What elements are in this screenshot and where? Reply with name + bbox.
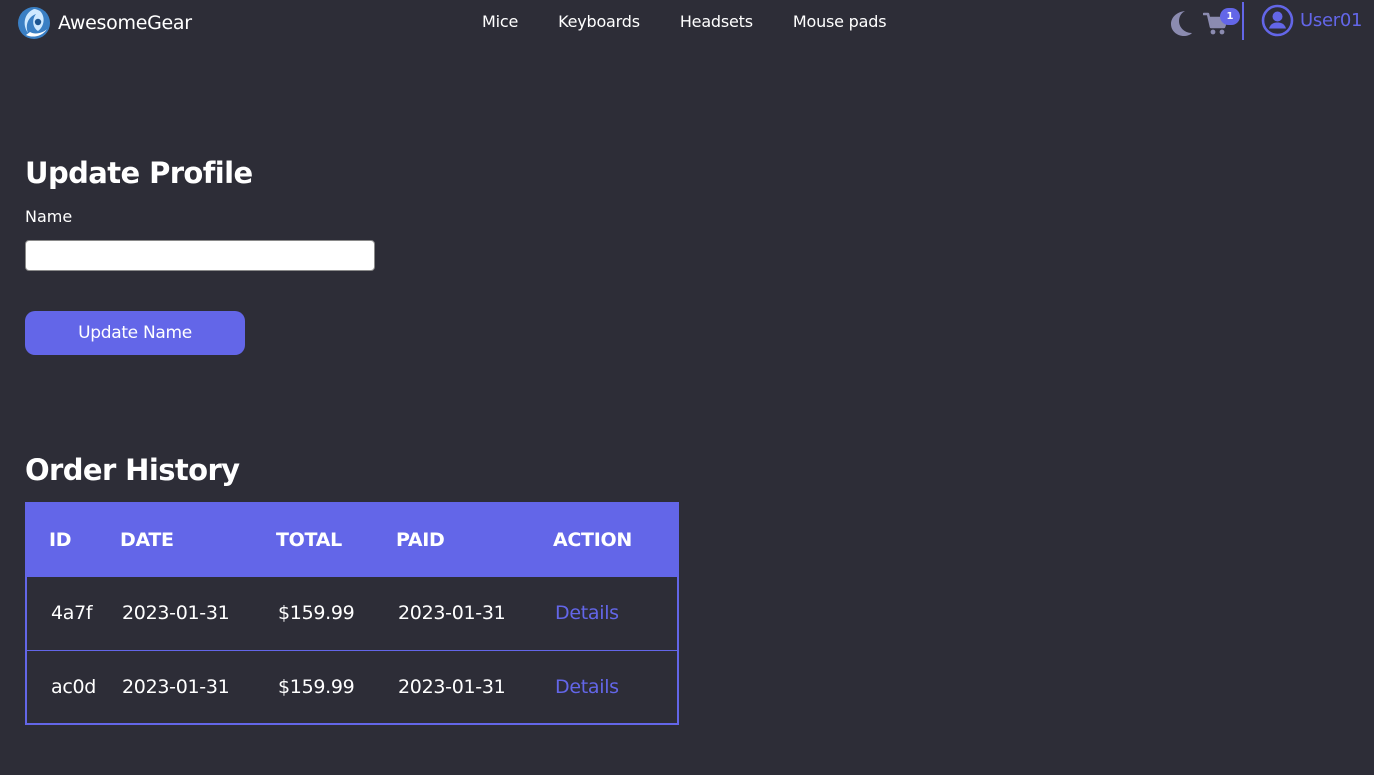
order-id: ac0d <box>26 649 120 724</box>
name-label: Name <box>25 207 73 226</box>
table-row: 4a7f 2023-01-31 $159.99 2023-01-31 Detai… <box>26 575 678 650</box>
brand-name: AwesomeGear <box>58 12 192 34</box>
name-field[interactable] <box>25 240 375 271</box>
cart-count-badge: 1 <box>1220 8 1240 25</box>
nav-link-mice[interactable]: Mice <box>482 12 518 31</box>
column-header-paid: PAID <box>396 503 553 576</box>
nav-link-headsets[interactable]: Headsets <box>680 12 753 31</box>
moon-icon[interactable] <box>1168 9 1194 37</box>
column-header-id: ID <box>26 503 120 576</box>
column-header-total: TOTAL <box>276 503 396 576</box>
page-title: Update Profile <box>25 156 253 190</box>
details-link[interactable]: Details <box>555 676 619 698</box>
logo-icon <box>18 7 50 39</box>
order-total: $159.99 <box>276 575 396 650</box>
user-menu[interactable]: User01 <box>1261 4 1362 36</box>
nav-link-keyboards[interactable]: Keyboards <box>558 12 640 31</box>
order-paid: 2023-01-31 <box>396 575 553 650</box>
brand-link[interactable]: AwesomeGear <box>16 3 192 43</box>
table-row: ac0d 2023-01-31 $159.99 2023-01-31 Detai… <box>26 649 678 724</box>
user-circle-icon <box>1261 4 1294 36</box>
nav-link-mouse-pads[interactable]: Mouse pads <box>793 12 887 31</box>
section-title: Order History <box>25 453 240 487</box>
nav-links: Mice Keyboards Headsets Mouse pads <box>482 12 887 31</box>
column-header-date: DATE <box>120 503 276 576</box>
order-date: 2023-01-31 <box>120 575 276 650</box>
navbar: AwesomeGear Mice Keyboards Headsets Mous… <box>0 0 1374 46</box>
update-name-button[interactable]: Update Name <box>25 311 245 355</box>
user-name: User01 <box>1300 9 1363 31</box>
details-link[interactable]: Details <box>555 602 619 624</box>
orders-table: ID DATE TOTAL PAID ACTION 4a7f 2023-01-3… <box>25 502 679 725</box>
column-header-action: ACTION <box>553 503 678 576</box>
order-date: 2023-01-31 <box>120 649 276 724</box>
order-paid: 2023-01-31 <box>396 649 553 724</box>
cart-button[interactable]: 1 <box>1203 8 1240 38</box>
table-header-row: ID DATE TOTAL PAID ACTION <box>26 503 678 576</box>
order-id: 4a7f <box>26 575 120 650</box>
nav-divider <box>1242 2 1244 40</box>
order-total: $159.99 <box>276 649 396 724</box>
